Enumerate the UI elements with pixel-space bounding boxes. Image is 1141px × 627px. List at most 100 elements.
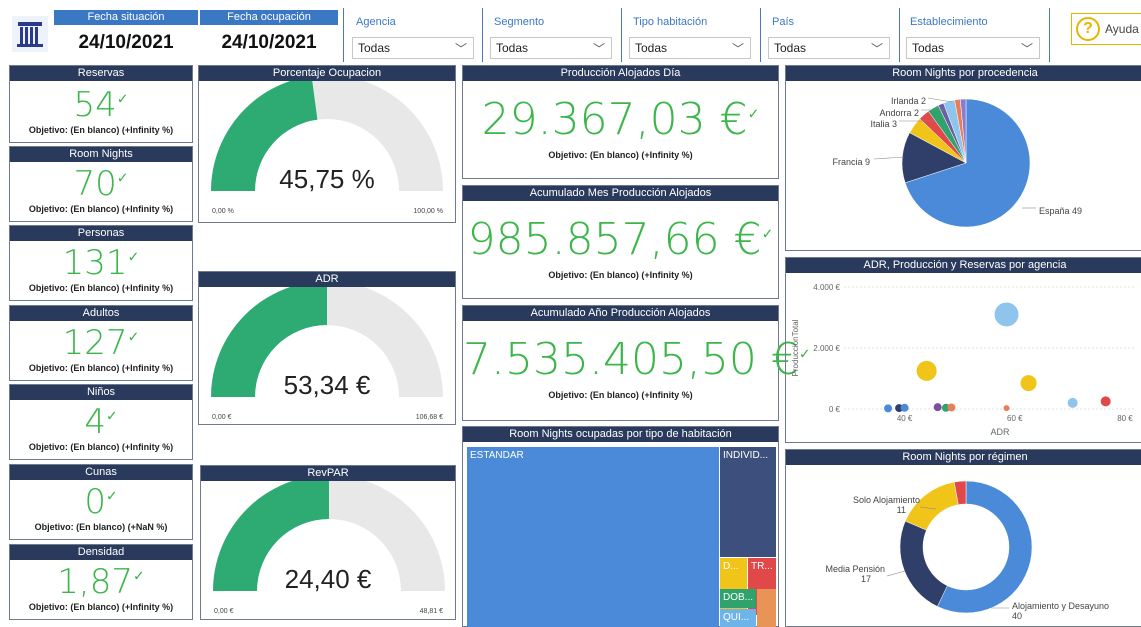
scatter-point: [1067, 397, 1078, 408]
kpi-card-room-nights: Room Nights 70✓ Objetivo: (En blanco) (+…: [9, 146, 193, 222]
big-kpi-value: 985.857,66 €: [467, 214, 762, 265]
kpi-subtitle: Objetivo: (En blanco) (+Infinity %): [28, 442, 174, 452]
chevron-down-icon: ﹀: [1020, 42, 1033, 56]
separator: [343, 8, 344, 62]
kpi-title: Niños: [10, 385, 192, 400]
filter-establecimiento[interactable]: Establecimiento Todas ﹀: [904, 8, 1044, 62]
big-kpi-title: Producción Alojados Día: [463, 66, 778, 81]
pie-data-label: España 49: [1039, 206, 1082, 216]
kpi-value-wrap: 4✓: [10, 402, 192, 442]
kpi-subtitle: Objetivo: (En blanco) (+Infinity %): [28, 363, 174, 373]
fecha-situacion-card[interactable]: Fecha situación 24/10/2021: [54, 10, 198, 62]
gauge-max: 48,81 €: [419, 608, 443, 615]
kpi-card-cunas: Cunas 0✓ Objetivo: (En blanco) (+NaN %): [9, 464, 193, 540]
big-kpi-value-wrap: 7.535.405,50 €✓: [463, 334, 811, 385]
filter-segmento-label: Segmento: [494, 16, 545, 28]
chevron-down-icon: ﹀: [870, 42, 883, 56]
scatter-point: [947, 403, 956, 412]
chevron-down-icon: ﹀: [731, 42, 744, 56]
donut-slice: [904, 481, 959, 531]
filter-pais-dropdown[interactable]: Todas ﹀: [768, 37, 890, 59]
gauge-min: 0,00 €: [214, 608, 234, 615]
kpi-subtitle: Objetivo: (En blanco) (+Infinity %): [28, 602, 174, 612]
big-kpi-title: Acumulado Mes Producción Alojados: [463, 186, 778, 201]
filter-agencia-value: Todas: [358, 41, 391, 55]
filter-establecimiento-dropdown[interactable]: Todas ﹀: [906, 37, 1040, 59]
treemap-cell-dob[interactable]: DOB...: [720, 589, 756, 608]
separator: [482, 8, 483, 62]
filter-tipo-habitacion[interactable]: Tipo habitación Todas ﹀: [627, 8, 755, 62]
donut-data-label: Media Pensión: [825, 564, 885, 574]
donut-data-value: 11: [897, 505, 906, 515]
filter-tipo-habitacion-dropdown[interactable]: Todas ﹀: [629, 37, 751, 59]
fecha-ocupacion-label: Fecha ocupación: [200, 10, 338, 25]
building-icon: [17, 22, 43, 47]
separator: [899, 8, 900, 62]
kpi-title: Reservas: [10, 66, 192, 81]
gauge-max: 100,00 %: [413, 208, 443, 215]
scatter-xtick: 60 €: [1007, 414, 1023, 423]
filter-segmento[interactable]: Segmento Todas ﹀: [488, 8, 616, 62]
filter-tipo-habitacion-label: Tipo habitación: [633, 16, 708, 28]
scatter-title: ADR, Producción y Reservas por agencia: [786, 258, 1141, 273]
filter-segmento-dropdown[interactable]: Todas ﹀: [490, 37, 612, 59]
treemap-cell-individual[interactable]: INDIVID...: [720, 447, 776, 557]
kpi-value: 131: [62, 243, 128, 283]
kpi-value: 4: [84, 402, 106, 442]
big-kpi-acumulado-anio: Acumulado Año Producción Alojados 7.535.…: [462, 305, 811, 421]
gauge-card-adr: ADR 53,34 € 0,00 € 106,68 €: [198, 271, 456, 425]
gauge-value: 45,75 %: [279, 164, 375, 194]
fecha-situacion-label: Fecha situación: [54, 10, 198, 25]
filter-pais-label: País: [772, 16, 795, 28]
donut-data-label: Alojamiento y Desayuno: [1012, 601, 1109, 611]
separator: [621, 8, 622, 62]
filter-agencia-dropdown[interactable]: Todas ﹀: [352, 37, 474, 59]
check-icon: ✓: [132, 568, 145, 585]
treemap-cell-other[interactable]: [757, 589, 776, 627]
gauge-chart: [211, 81, 443, 191]
pie-data-label: Andorra 2: [879, 108, 919, 118]
kpi-title: Room Nights: [10, 147, 192, 162]
big-kpi-value: 7.535.405,50 €: [463, 334, 799, 385]
gauge-chart: [211, 287, 443, 397]
kpi-title: Adultos: [10, 306, 192, 321]
donut-data-value: 17: [861, 574, 871, 584]
pie-leader-line: [927, 97, 953, 103]
fecha-ocupacion-card[interactable]: Fecha ocupación 24/10/2021: [200, 10, 338, 62]
check-icon: ✓: [116, 91, 129, 108]
scatter-point: [1100, 396, 1111, 407]
kpi-value: 54: [73, 85, 117, 125]
scatter-point: [916, 360, 937, 381]
scatter-ytick: 2.000 €: [813, 344, 840, 353]
kpi-title: Cunas: [10, 465, 192, 480]
establishment-logo: [12, 16, 48, 52]
question-icon: ?: [1076, 17, 1100, 41]
pie-data-label: Irlanda 2: [891, 96, 926, 106]
kpi-value: 70: [73, 164, 117, 204]
filter-agencia[interactable]: Agencia Todas ﹀: [350, 8, 478, 62]
kpi-subtitle: Objetivo: (En blanco) (+NaN %): [34, 522, 168, 532]
pie-card-procedencia: Room Nights por procedencia Irlanda 2 And…: [785, 65, 1141, 251]
gauge-title: ADR: [199, 272, 455, 287]
gauge-value: 24,40 €: [284, 564, 372, 594]
fecha-ocupacion-value: 24/10/2021: [221, 32, 317, 53]
scatter-ytick: 0 €: [829, 405, 841, 414]
filter-pais[interactable]: País Todas ﹀: [766, 8, 894, 62]
big-kpi-produccion-dia: Producción Alojados Día 29.367,03 €✓ Obj…: [462, 65, 779, 179]
kpi-value-wrap: 70✓: [10, 164, 192, 204]
filter-tipo-habitacion-value: Todas: [635, 41, 668, 55]
filter-establecimiento-value: Todas: [912, 41, 945, 55]
header-bar: Fecha situación 24/10/2021 Fecha ocupaci…: [0, 0, 1141, 64]
scatter-xtick: 80 €: [1117, 414, 1133, 423]
treemap-cell-qui[interactable]: QUI...: [720, 609, 756, 627]
gauge-chart: [213, 481, 445, 591]
treemap-cell-estandar[interactable]: ESTANDAR: [467, 447, 719, 627]
separator: [1049, 8, 1050, 62]
big-kpi-value-wrap: 985.857,66 €✓: [463, 214, 778, 265]
kpi-card-densidad: Densidad 1,87✓ Objetivo: (En blanco) (+I…: [9, 544, 193, 620]
scatter-point: [884, 404, 893, 413]
gauge-card-ocupacion: Porcentaje Ocupacion 45,75 % 0,00 % 100,…: [198, 65, 456, 223]
kpi-subtitle: Objetivo: (En blanco) (+Infinity %): [28, 125, 174, 135]
scatter-point: [1020, 375, 1037, 392]
help-button[interactable]: ? Ayuda: [1071, 13, 1141, 45]
